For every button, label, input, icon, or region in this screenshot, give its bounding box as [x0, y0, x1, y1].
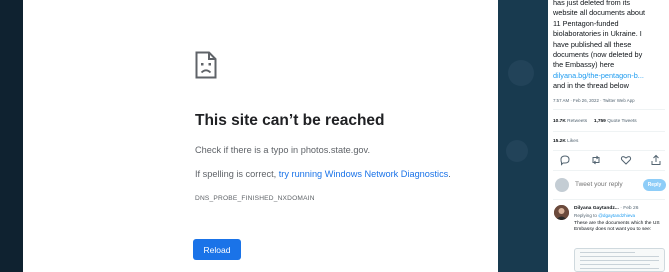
- tweet-line: website all documents about: [553, 8, 646, 18]
- document-image[interactable]: [574, 248, 665, 272]
- avatar[interactable]: [554, 205, 569, 220]
- error-code: DNS_PROBE_FINISHED_NXDOMAIN: [195, 195, 315, 202]
- tweet-line: biolaboratories in Ukraine. I: [553, 29, 642, 39]
- tweet-line: the Embassy) here: [553, 60, 615, 70]
- retweet-icon[interactable]: [590, 154, 602, 166]
- avatar: [555, 178, 569, 192]
- spelling-hint: If spelling is correct, try running Wind…: [195, 169, 451, 179]
- divider: [553, 170, 665, 171]
- reply-icon[interactable]: [559, 154, 571, 166]
- quotes-count[interactable]: 1,759: [594, 119, 606, 124]
- tweet-line: 11 Pentagon-funded: [553, 18, 619, 28]
- error-page: This site can’t be reached Check if ther…: [23, 0, 498, 272]
- tweet-actions: [553, 154, 663, 166]
- avatar-photo: [554, 205, 569, 220]
- tweet-panel: has just deleted from its website all do…: [548, 0, 669, 272]
- divider: [553, 109, 665, 110]
- spelling-suffix: .: [448, 169, 451, 179]
- reply-tweet-header: Dilyana Gaytandz... · Feb 26: [574, 206, 638, 211]
- tweet-meta: 7:57 AM · Feb 26, 2022 · Twitter Web App: [553, 98, 635, 103]
- tweet-likes[interactable]: 15.2K Likes: [553, 139, 578, 144]
- share-icon[interactable]: [650, 154, 662, 166]
- quotes-label: Quote Tweets: [607, 119, 637, 124]
- tweet-line: documents (now deleted by: [553, 50, 643, 60]
- reply-composer: Reply: [553, 177, 666, 195]
- network-diagnostics-link[interactable]: try running Windows Network Diagnostics: [279, 169, 449, 179]
- spelling-prefix: If spelling is correct,: [195, 169, 279, 179]
- reply-date: · Feb 26: [620, 206, 639, 211]
- left-background: [0, 0, 23, 272]
- error-title: This site can’t be reached: [195, 112, 385, 129]
- divider: [553, 199, 665, 200]
- tweet-stats: 10.7K Retweets 1,759 Quote Tweets: [553, 119, 637, 124]
- divider: [553, 131, 665, 132]
- reply-author[interactable]: Dilyana Gaytandz...: [574, 206, 619, 211]
- divider: [553, 150, 665, 151]
- reply-button[interactable]: Reply: [643, 179, 666, 191]
- likes-label: Likes: [567, 139, 579, 144]
- retweets-label: Retweets: [567, 119, 588, 124]
- tweet-link[interactable]: dilyana.bg/the-pentagon-b...: [553, 71, 644, 80]
- replying-to: Replying to @dgaytandzhieva: [574, 213, 635, 218]
- sad-page-icon: [195, 51, 217, 79]
- reply-tweet-body: These are the documents which the US Emb…: [574, 221, 660, 233]
- tweet-text: has just deleted from its website all do…: [553, 0, 665, 92]
- likes-count: 15.2K: [553, 139, 566, 144]
- reply-input[interactable]: [575, 181, 635, 188]
- replying-handle-link[interactable]: @dgaytandzhieva: [598, 213, 635, 218]
- like-icon[interactable]: [620, 154, 632, 166]
- tweet-line: and in the thread below: [553, 81, 629, 91]
- replying-prefix: Replying to: [574, 213, 599, 218]
- tweet-line: has just deleted from its: [553, 0, 631, 7]
- tweet-line: have published all these: [553, 39, 632, 49]
- reload-button[interactable]: Reload: [193, 239, 241, 260]
- retweets-count[interactable]: 10.7K: [553, 119, 566, 124]
- typo-hint: Check if there is a typo in photos.state…: [195, 145, 370, 155]
